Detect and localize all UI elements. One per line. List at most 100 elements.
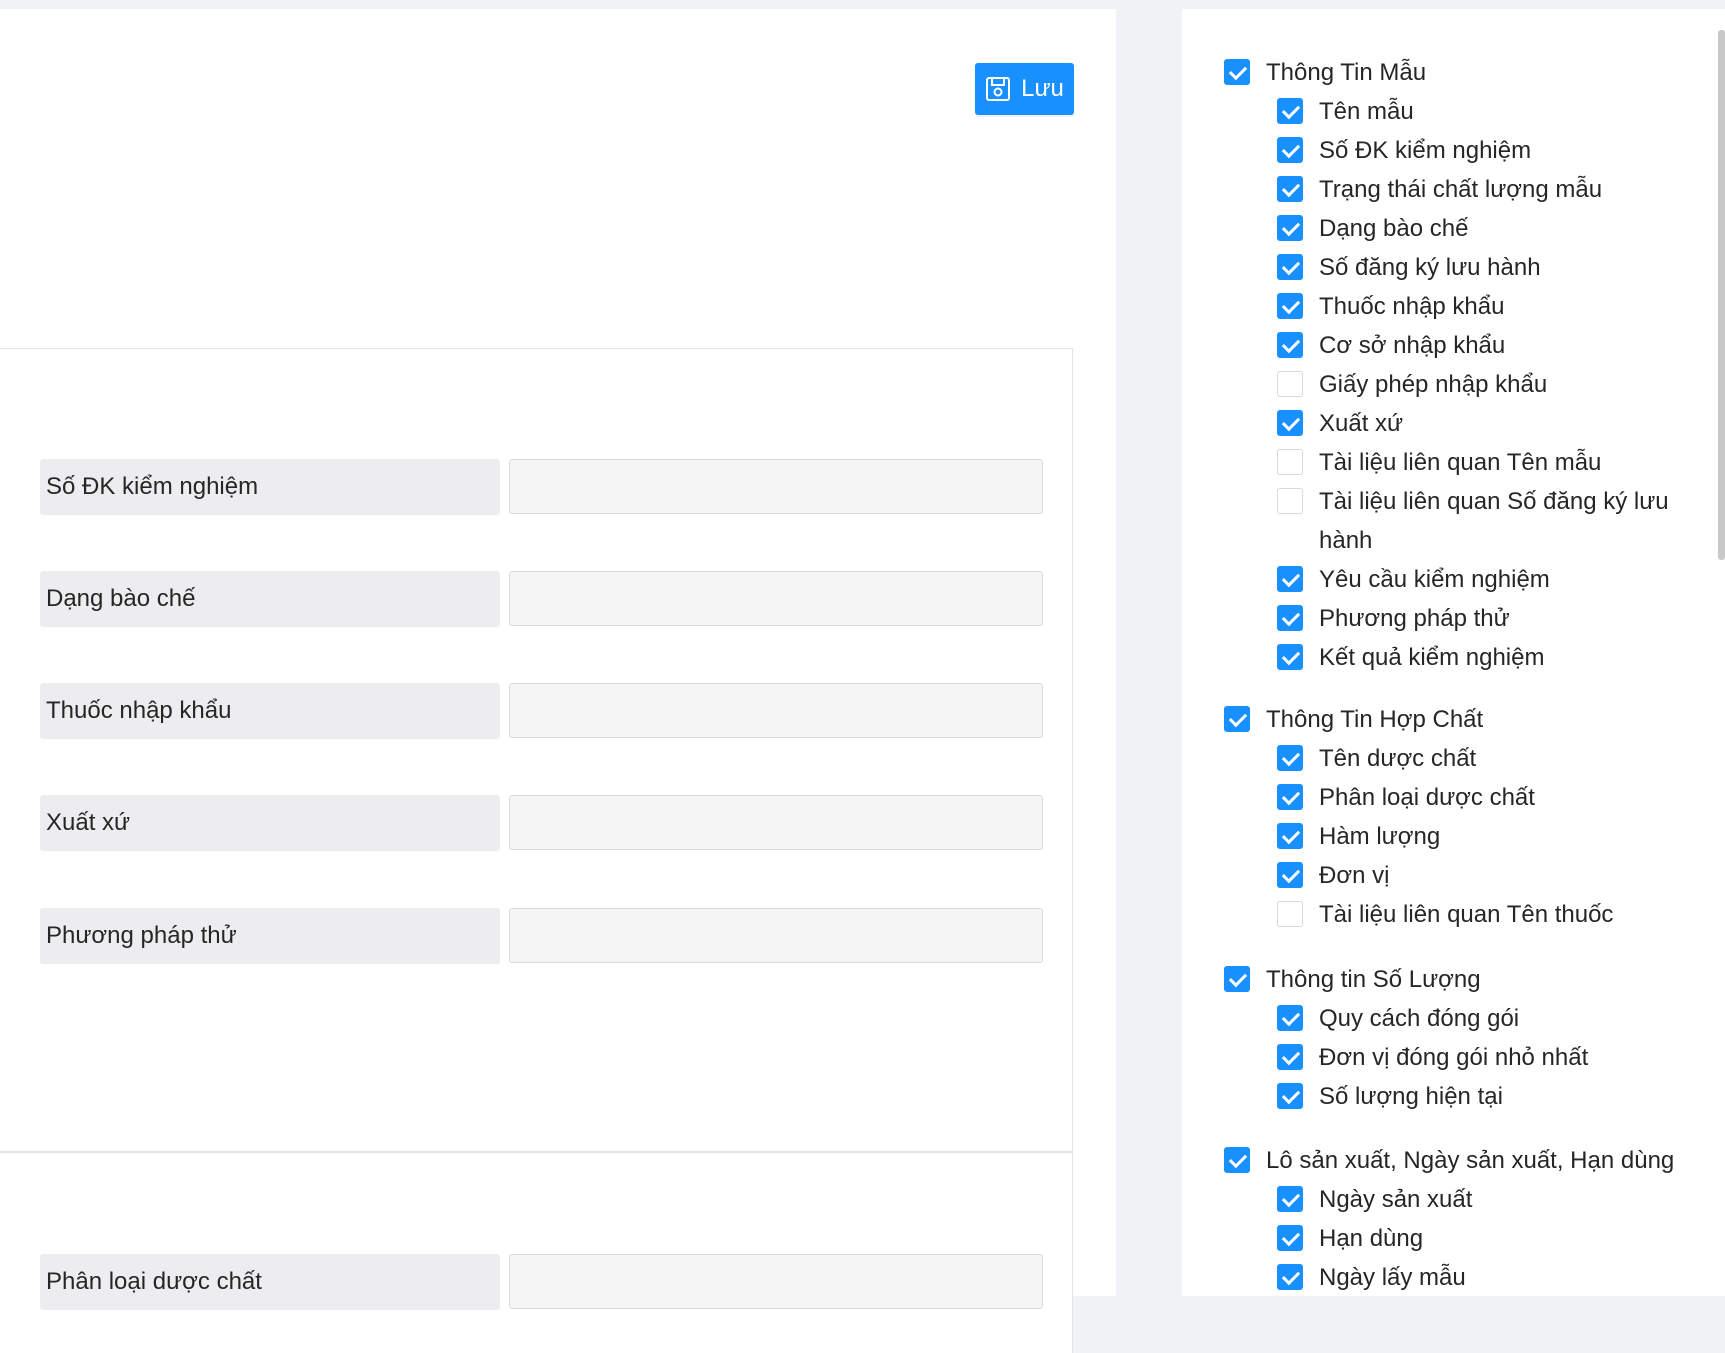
checkbox[interactable] — [1277, 293, 1303, 319]
checkbox[interactable] — [1277, 1044, 1303, 1070]
checkbox[interactable] — [1277, 823, 1303, 849]
save-icon — [985, 76, 1011, 102]
checkbox[interactable] — [1277, 1083, 1303, 1109]
column-item-checkbox[interactable]: Tài liệu liên quan Số đăng ký lưu hành — [1277, 486, 1677, 560]
column-item-checkbox[interactable]: Yêu cầu kiểm nghiệm — [1277, 564, 1677, 599]
scrollbar[interactable] — [1718, 30, 1725, 560]
form-row: Thuốc nhập khẩu — [40, 683, 1044, 739]
checkbox[interactable] — [1277, 901, 1303, 927]
column-item-checkbox[interactable]: Phân loại dược chất — [1277, 782, 1677, 817]
checkbox[interactable] — [1224, 1147, 1250, 1173]
checkbox[interactable] — [1277, 332, 1303, 358]
column-item-checkbox[interactable]: Ngày lấy mẫu — [1277, 1262, 1677, 1297]
field-label: Xuất xứ — [40, 795, 500, 851]
checkbox-label: Trạng thái chất lượng mẫu — [1319, 176, 1603, 203]
column-item-checkbox[interactable]: Tài liệu liên quan Tên thuốc — [1277, 899, 1677, 934]
column-item-checkbox[interactable]: Quy cách đóng gói — [1277, 1003, 1677, 1038]
checkbox[interactable] — [1277, 784, 1303, 810]
field-input[interactable] — [509, 459, 1043, 514]
checkbox-label: Quy cách đóng gói — [1319, 1005, 1520, 1032]
column-item-checkbox[interactable]: Xuất xứ — [1277, 408, 1677, 443]
checkbox[interactable] — [1277, 137, 1303, 163]
checkbox[interactable] — [1277, 215, 1303, 241]
checkbox-label: Ngày lấy mẫu — [1319, 1264, 1466, 1291]
checkbox[interactable] — [1277, 410, 1303, 436]
field-input[interactable] — [509, 908, 1043, 963]
column-group-checkbox[interactable]: Thông tin Số Lượng — [1224, 964, 1481, 999]
column-item-checkbox[interactable]: Số ĐK kiểm nghiệm — [1277, 135, 1677, 170]
column-item-checkbox[interactable]: Số lượng hiện tại — [1277, 1081, 1677, 1116]
column-item-checkbox[interactable]: Dạng bào chế — [1277, 213, 1677, 248]
field-label: Số ĐK kiểm nghiệm — [40, 459, 500, 515]
checkbox[interactable] — [1224, 966, 1250, 992]
checkbox-label: Hạn dùng — [1319, 1225, 1424, 1252]
checkbox[interactable] — [1277, 371, 1303, 397]
column-item-checkbox[interactable]: Hàm lượng — [1277, 821, 1677, 856]
checkbox-label: Ngày sản xuất — [1319, 1186, 1473, 1213]
column-item-checkbox[interactable]: Số đăng ký lưu hành — [1277, 252, 1677, 287]
column-group-checkbox[interactable]: Thông Tin Mẫu — [1224, 57, 1426, 92]
checkbox[interactable] — [1277, 745, 1303, 771]
checkbox[interactable] — [1277, 176, 1303, 202]
checkbox-label: Dạng bào chế — [1319, 215, 1469, 242]
column-item-checkbox[interactable]: Trạng thái chất lượng mẫu — [1277, 174, 1677, 209]
checkbox-label: Cơ sở nhập khẩu — [1319, 332, 1506, 359]
field-label: Phân loại dược chất — [40, 1254, 500, 1310]
checkbox-label: Tài liệu liên quan Tên thuốc — [1319, 901, 1614, 928]
checkbox-label: Thông tin Số Lượng — [1266, 966, 1481, 993]
checkbox-label: Thuốc nhập khẩu — [1319, 293, 1505, 320]
checkbox[interactable] — [1277, 862, 1303, 888]
column-item-checkbox[interactable]: Hạn dùng — [1277, 1223, 1677, 1258]
checkbox-label: Yêu cầu kiểm nghiệm — [1319, 566, 1550, 593]
checkbox[interactable] — [1224, 706, 1250, 732]
form-card-sample-info: Số ĐK kiểm nghiệm Dạng bào chế Thuốc nhậ… — [0, 348, 1073, 1152]
column-item-checkbox[interactable]: Giấy phép nhập khẩu — [1277, 369, 1677, 404]
field-label: Dạng bào chế — [40, 571, 500, 627]
column-item-checkbox[interactable]: Tên dược chất — [1277, 743, 1677, 778]
field-label: Thuốc nhập khẩu — [40, 683, 500, 739]
column-group-checkbox[interactable]: Thông Tin Hợp Chất — [1224, 704, 1483, 739]
column-item-checkbox[interactable]: Thuốc nhập khẩu — [1277, 291, 1677, 326]
checkbox[interactable] — [1277, 1225, 1303, 1251]
checkbox[interactable] — [1277, 1005, 1303, 1031]
column-item-checkbox[interactable]: Đơn vị — [1277, 860, 1677, 895]
checkbox-label: Tên dược chất — [1319, 745, 1477, 772]
field-input[interactable] — [509, 795, 1043, 850]
checkbox[interactable] — [1277, 566, 1303, 592]
checkbox[interactable] — [1277, 254, 1303, 280]
checkbox[interactable] — [1224, 59, 1250, 85]
save-button[interactable]: Lưu — [975, 63, 1074, 115]
form-row: Phân loại dược chất — [40, 1254, 1044, 1310]
form-row: Phương pháp thử — [40, 908, 1044, 964]
column-item-checkbox[interactable]: Tên mẫu — [1277, 96, 1677, 131]
checkbox-label: Số đăng ký lưu hành — [1319, 254, 1541, 281]
checkbox[interactable] — [1277, 605, 1303, 631]
checkbox[interactable] — [1277, 98, 1303, 124]
column-item-checkbox[interactable]: Tài liệu liên quan Tên mẫu — [1277, 447, 1677, 482]
save-button-label: Lưu — [1021, 75, 1064, 102]
field-input[interactable] — [509, 683, 1043, 738]
field-label: Phương pháp thử — [40, 908, 500, 964]
form-row: Xuất xứ — [40, 795, 1044, 851]
field-input[interactable] — [509, 571, 1043, 626]
checkbox-label: Giấy phép nhập khẩu — [1319, 371, 1548, 398]
checkbox-label: Phương pháp thử — [1319, 605, 1510, 632]
checkbox-label: Phân loại dược chất — [1319, 784, 1535, 811]
checkbox-label: Số ĐK kiểm nghiệm — [1319, 137, 1532, 164]
checkbox-label: Hàm lượng — [1319, 823, 1441, 850]
checkbox-label: Lô sản xuất, Ngày sản xuất, Hạn dùng — [1266, 1147, 1675, 1174]
column-group-checkbox[interactable]: Lô sản xuất, Ngày sản xuất, Hạn dùng — [1224, 1145, 1674, 1180]
checkbox[interactable] — [1277, 644, 1303, 670]
checkbox[interactable] — [1277, 1264, 1303, 1290]
checkbox[interactable] — [1277, 488, 1303, 514]
checkbox-label: Tài liệu liên quan Tên mẫu — [1319, 449, 1602, 476]
column-item-checkbox[interactable]: Kết quả kiểm nghiệm — [1277, 642, 1677, 677]
column-item-checkbox[interactable]: Đơn vị đóng gói nhỏ nhất — [1277, 1042, 1677, 1077]
checkbox[interactable] — [1277, 449, 1303, 475]
column-item-checkbox[interactable]: Cơ sở nhập khẩu — [1277, 330, 1677, 365]
field-input[interactable] — [509, 1254, 1043, 1309]
checkbox[interactable] — [1277, 1186, 1303, 1212]
column-item-checkbox[interactable]: Phương pháp thử — [1277, 603, 1677, 638]
column-item-checkbox[interactable]: Ngày sản xuất — [1277, 1184, 1677, 1219]
checkbox-label: Tài liệu liên quan Số đăng ký lưu hành — [1319, 488, 1669, 554]
